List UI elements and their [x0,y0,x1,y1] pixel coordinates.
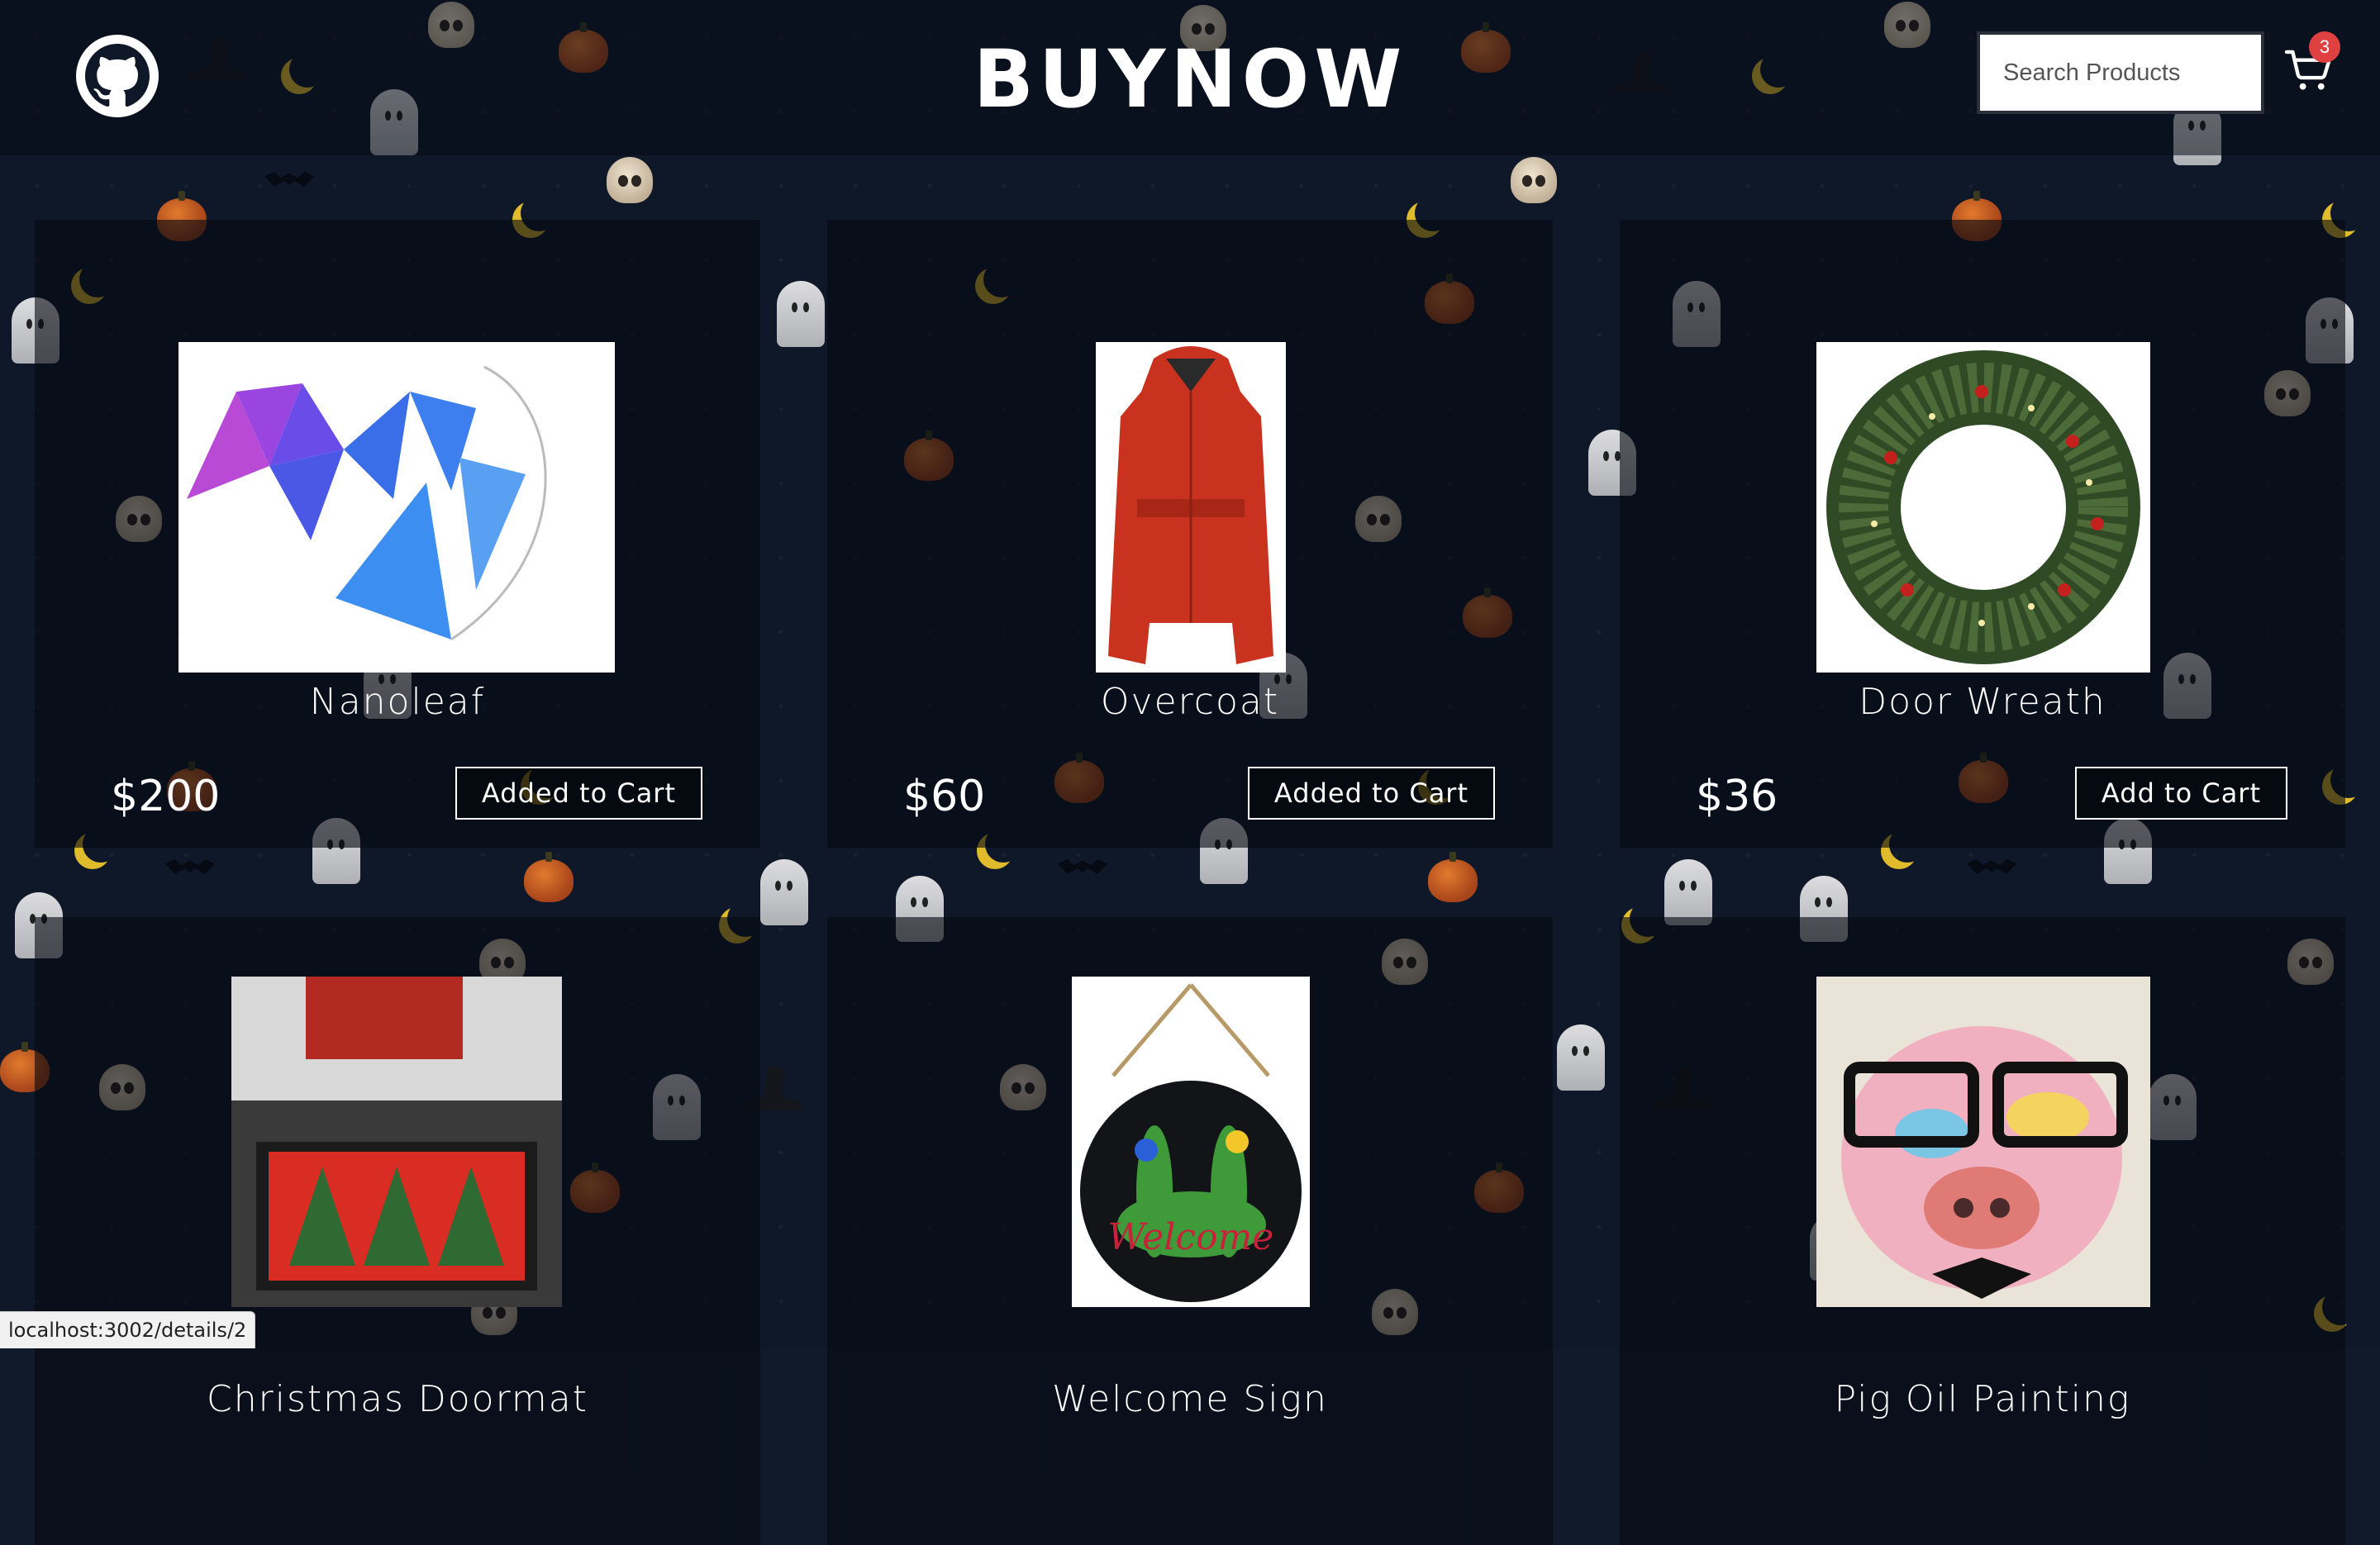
product-name[interactable]: Nanoleaf [35,681,760,723]
product-price: $36 [1696,772,1778,821]
product-card-overcoat[interactable]: Overcoat $60 Added to Cart [827,220,1553,848]
browser-status-url: localhost:3002/details/2 [0,1311,256,1348]
product-image-pig-oil-painting[interactable] [1816,977,2150,1307]
product-name[interactable]: Christmas Doormat [35,1378,760,1420]
site-header: BUYNOW 3 [0,0,2380,155]
product-card-door-wreath[interactable]: Door Wreath $36 Add to Cart [1620,220,2345,848]
product-card-pig-oil-painting[interactable]: Pig Oil Painting [1620,917,2345,1545]
product-name[interactable]: Pig Oil Painting [1620,1378,2345,1420]
product-name[interactable]: Welcome Sign [827,1378,1553,1420]
product-card-christmas-doormat[interactable]: Christmas Doormat [35,917,760,1545]
add-to-cart-button[interactable]: Added to Cart [1247,767,1495,820]
product-name[interactable]: Overcoat [827,681,1553,723]
add-to-cart-button[interactable]: Added to Cart [455,767,702,820]
product-price: $60 [903,772,986,821]
product-image-overcoat[interactable] [1096,342,1286,673]
product-image-christmas-doormat[interactable] [231,977,562,1307]
svg-text:Welcome: Welcome [1108,1216,1274,1258]
search-input[interactable] [1977,31,2264,114]
product-card-welcome-sign[interactable]: Welcome Welcome Sign [827,917,1553,1545]
product-image-nanoleaf[interactable] [178,342,615,673]
add-to-cart-button[interactable]: Add to Cart [2074,767,2287,820]
product-price: $200 [111,772,221,821]
product-name[interactable]: Door Wreath [1620,681,2345,723]
product-image-door-wreath[interactable] [1816,342,2150,673]
product-image-welcome-sign[interactable]: Welcome [1072,977,1310,1307]
product-card-nanoleaf[interactable]: Nanoleaf $200 Added to Cart [35,220,760,848]
cart-count-badge: 3 [2309,31,2340,63]
